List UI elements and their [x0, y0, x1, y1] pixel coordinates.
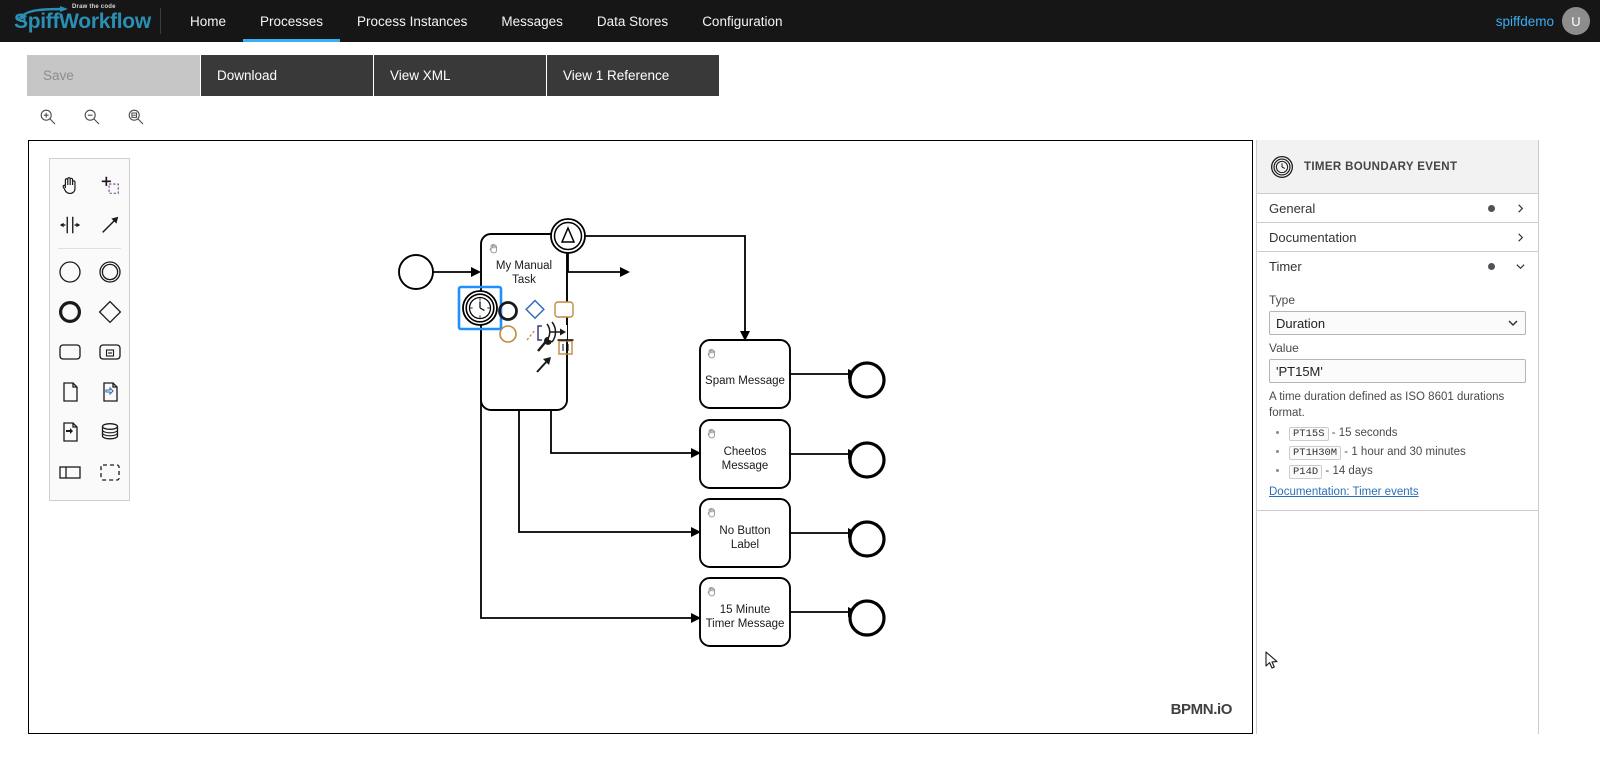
user-area: spiffdemo U	[1496, 7, 1600, 35]
svg-text:No Button: No Button	[719, 525, 770, 537]
svg-text:Message: Message	[722, 460, 769, 472]
example-desc: - 1 hour and 30 minutes	[1341, 445, 1466, 458]
timer-format-examples: PT15S - 15 seconds PT1H30M - 1 hour and …	[1269, 424, 1526, 480]
zoom-in-icon[interactable]	[36, 106, 60, 128]
timer-help-text: A time duration defined as ISO 8601 dura…	[1269, 391, 1505, 419]
nav-item-process-instances[interactable]: Process Instances	[340, 0, 484, 42]
timer-type-label: Type	[1269, 293, 1296, 307]
download-button[interactable]: Download	[201, 55, 374, 96]
chevron-right-icon	[1518, 232, 1524, 242]
spiff-arrow-logo-icon	[18, 6, 68, 22]
nav-items: Home Processes Process Instances Message…	[173, 0, 800, 42]
example-code: P14D	[1289, 464, 1323, 479]
mouse-cursor-icon	[1265, 651, 1278, 669]
zoom-controls	[36, 106, 148, 128]
editor-action-bar: Save Download View XML View 1 Reference	[27, 55, 719, 96]
page-title: TIMER BOUNDARY EVENT	[1304, 160, 1458, 173]
timer-boundary-event-icon	[1271, 155, 1293, 178]
properties-panel-header: TIMER BOUNDARY EVENT	[1257, 140, 1538, 194]
timer-value-input[interactable]	[1269, 359, 1526, 383]
start-event-shape[interactable]	[398, 254, 434, 290]
save-button[interactable]: Save	[27, 55, 201, 96]
timer-group-body: Type Duration Value A time duration defi…	[1257, 281, 1538, 512]
task-my-manual-task[interactable]: My Manual Task	[480, 233, 568, 411]
list-item: P14D - 14 days	[1289, 462, 1526, 481]
view-xml-button[interactable]: View XML	[374, 55, 547, 96]
bpmn-canvas[interactable]: My Manual Task Spam Message Cheetos Mess…	[28, 140, 1253, 734]
bpmn-io-watermark[interactable]: BPMN.iO	[1171, 701, 1233, 718]
svg-text:Cheetos: Cheetos	[724, 446, 767, 458]
nav-item-messages[interactable]: Messages	[484, 0, 580, 42]
task-15-minute-timer-message[interactable]: 15 Minute Timer Message	[699, 577, 791, 647]
view-reference-button[interactable]: View 1 Reference	[547, 55, 719, 96]
nav-divider	[160, 8, 161, 34]
user-name[interactable]: spiffdemo	[1496, 14, 1554, 29]
nav-item-home[interactable]: Home	[173, 0, 243, 42]
svg-text:Timer Message: Timer Message	[706, 618, 785, 630]
timer-value-label: Value	[1269, 341, 1299, 355]
properties-group-timer[interactable]: Timer	[1257, 252, 1538, 281]
list-item: PT15S - 15 seconds	[1289, 424, 1526, 443]
nav-label: Processes	[260, 13, 324, 29]
properties-panel: TIMER BOUNDARY EVENT General Documentati…	[1256, 140, 1539, 734]
bpmn-diagram[interactable]: My Manual Task Spam Message Cheetos Mess…	[29, 141, 1253, 734]
timer-type-field: Duration	[1269, 311, 1526, 335]
example-desc: - 14 days	[1322, 464, 1373, 477]
nav-item-processes[interactable]: Processes	[243, 0, 341, 42]
top-navigation-bar: Draw the code SpiffWorkflow Home Process…	[0, 0, 1600, 42]
nav-label: Process Instances	[357, 13, 468, 29]
append-connect-icon[interactable]	[546, 321, 567, 343]
app-logo[interactable]: Draw the code SpiffWorkflow	[0, 0, 151, 42]
timer-documentation-link[interactable]: Documentation: Timer events	[1269, 486, 1419, 498]
group-label: Timer	[1269, 259, 1302, 274]
example-desc: - 15 seconds	[1328, 427, 1398, 440]
nav-item-configuration[interactable]: Configuration	[685, 0, 799, 42]
nav-item-data-stores[interactable]: Data Stores	[580, 0, 685, 42]
timer-type-select[interactable]: Duration	[1269, 311, 1526, 335]
status-badge	[1488, 204, 1495, 212]
task-spam-message[interactable]: Spam Message	[699, 339, 791, 409]
example-code: PT1H30M	[1289, 445, 1342, 460]
zoom-out-icon[interactable]	[80, 106, 104, 128]
properties-group-documentation[interactable]: Documentation	[1257, 223, 1538, 252]
end-event-spam[interactable]	[848, 361, 886, 399]
svg-text:Label: Label	[731, 539, 759, 551]
task-cheetos-message[interactable]: Cheetos Message	[699, 419, 791, 489]
svg-text:15 Minute: 15 Minute	[720, 604, 771, 616]
nav-label: Configuration	[702, 13, 783, 29]
example-code: PT15S	[1289, 427, 1329, 442]
task-no-button-label[interactable]: No Button Label	[699, 498, 791, 568]
svg-text:My Manual: My Manual	[496, 260, 552, 272]
nav-label: Home	[190, 13, 227, 29]
avatar[interactable]: U	[1562, 7, 1590, 35]
status-badge	[1488, 263, 1495, 270]
end-event-cheetos[interactable]	[848, 441, 886, 479]
end-event-no-button[interactable]	[848, 520, 886, 558]
end-event-timer-message[interactable]	[848, 599, 886, 637]
nav-label: Messages	[501, 13, 563, 29]
nav-label: Data Stores	[596, 13, 669, 29]
svg-text:Task: Task	[512, 274, 536, 286]
list-item: PT1H30M - 1 hour and 30 minutes	[1289, 443, 1526, 462]
group-label: General	[1269, 200, 1316, 216]
group-label: Documentation	[1269, 229, 1357, 245]
zoom-fit-icon[interactable]	[124, 106, 148, 128]
escalation-boundary-event-shape[interactable]	[550, 218, 586, 254]
properties-group-general[interactable]: General	[1257, 194, 1538, 223]
svg-text:Spam Message: Spam Message	[705, 375, 785, 387]
logo-tagline: Draw the code	[72, 4, 116, 10]
append-task-icon[interactable]	[554, 301, 574, 318]
chevron-right-icon	[1518, 203, 1524, 213]
chevron-down-icon	[1516, 264, 1525, 270]
